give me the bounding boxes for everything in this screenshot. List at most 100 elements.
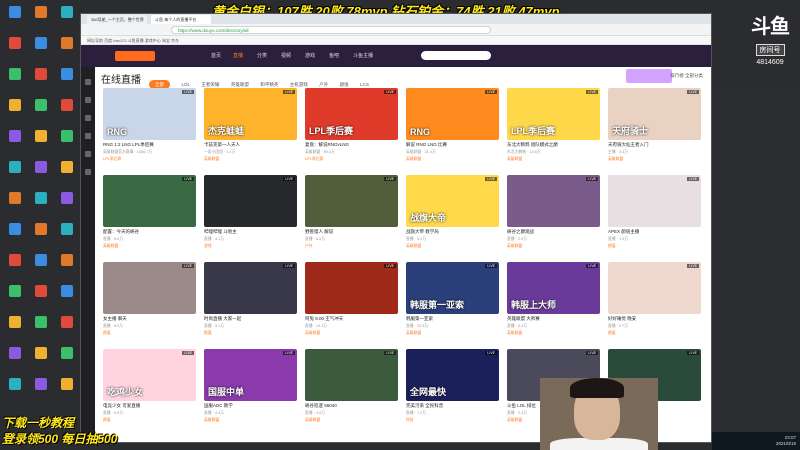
site-logo[interactable] <box>115 51 155 61</box>
nav-category[interactable]: 分类 <box>257 52 267 59</box>
stream-tag[interactable]: 户外 <box>305 244 398 249</box>
desktop-shortcut-icon[interactable] <box>2 223 28 255</box>
stream-thumbnail[interactable]: LIVE RNG <box>103 88 196 140</box>
stream-tag[interactable]: 游戏 <box>204 244 297 249</box>
desktop-shortcut-icon[interactable] <box>2 316 28 348</box>
stream-title[interactable]: 峡谷之巅观战 <box>507 229 600 235</box>
stream-title[interactable]: 时尚直播 大家一起 <box>204 316 297 322</box>
stream-card[interactable]: LIVE 韩服第一亚索 韩服第一亚索 直播 · 22.5万 英雄联盟 <box>406 262 499 342</box>
stream-card[interactable]: LIVE RNG 解说 RNG LNG 比赛 英雄联盟 · 21.4万 英雄联盟 <box>406 88 499 168</box>
stream-thumbnail[interactable]: LIVE 韩服第一亚索 <box>406 262 499 314</box>
stream-title[interactable]: 复盘：解说RNGvLNG <box>305 142 398 148</box>
stream-thumbnail[interactable]: LIVE 战旗大帝 <box>406 175 499 227</box>
stream-card[interactable]: LIVE 阿兔 8.00 王气冲天 直播 · 14.3万 英雄联盟 <box>305 262 398 342</box>
stream-title[interactable]: 哔哩哔哩 斗地主 <box>204 229 297 235</box>
desktop-shortcut-icon[interactable] <box>28 192 54 224</box>
stream-title[interactable]: RNG 1:2 LNG LPL季后赛 <box>103 142 196 148</box>
desktop-shortcut-icon[interactable] <box>2 68 28 100</box>
stream-card[interactable]: LIVE 天府骑士 天府骑大仙王者入门 主播 · 3.3万 英雄联盟 <box>608 88 701 168</box>
desktop-shortcut-icon[interactable] <box>54 254 80 286</box>
nav-video[interactable]: 视频 <box>281 52 291 59</box>
desktop-shortcut-icon[interactable] <box>54 130 80 162</box>
desktop-shortcut-icon[interactable] <box>54 6 80 38</box>
desktop-shortcut-icon[interactable] <box>2 378 28 410</box>
stream-title[interactable]: 好好睡觉 晚安 <box>608 316 701 322</box>
stream-thumbnail[interactable]: LIVE RNG <box>406 88 499 140</box>
stream-thumbnail[interactable]: LIVE <box>608 262 701 314</box>
stream-tag[interactable]: 英雄联盟 <box>406 157 499 162</box>
stream-card[interactable]: LIVE 国服中单 国服ADC 教学 直播 · 4.4万 英雄联盟 <box>204 349 297 429</box>
desktop-shortcut-icon[interactable] <box>54 161 80 193</box>
stream-tag[interactable]: 英雄联盟 <box>507 157 600 162</box>
nav-fishbar[interactable]: 鱼吧 <box>329 52 339 59</box>
stream-title[interactable]: 配置：今天的峡谷 <box>103 229 196 235</box>
stream-card[interactable]: LIVE 吃鸡少女 电竞少女 可爱直播 直播 · 6.9万 颜值 <box>103 349 196 429</box>
promo-ad[interactable] <box>626 69 672 83</box>
desktop-shortcut-icon[interactable] <box>28 347 54 379</box>
stream-title[interactable]: 阿兔 8.00 王气冲天 <box>305 316 398 322</box>
desktop-shortcut-icon[interactable] <box>54 192 80 224</box>
stream-tag[interactable]: 英雄联盟 <box>406 244 499 249</box>
stream-card[interactable]: LIVE 好好睡觉 晚安 直播 · 2.7万 颜值 <box>608 262 701 342</box>
desktop-shortcut-icon[interactable] <box>54 347 80 379</box>
nav-anchor[interactable]: 斗鱼主播 <box>353 52 373 59</box>
desktop-shortcut-icon[interactable] <box>2 99 28 131</box>
right-tools[interactable]: 排行榜 全部分类 <box>670 73 703 79</box>
stream-tag[interactable]: 颜值 <box>608 244 701 249</box>
stream-tag[interactable]: 英雄联盟 <box>305 418 398 423</box>
stream-card[interactable]: LIVE RNG RNG 1:2 LNG LPL季后赛 英雄联盟官方赛事 · 1466… <box>103 88 196 168</box>
desktop-shortcut-icon[interactable] <box>2 192 28 224</box>
desktop-shortcut-icon[interactable] <box>28 6 54 38</box>
nav-live[interactable]: 直播 <box>233 52 243 59</box>
tab-douyu[interactable]: 斗鱼-每个人的直播平台 <box>151 15 211 24</box>
nav-home[interactable]: 首页 <box>211 52 221 59</box>
stream-title[interactable]: 完美污染 全民科普 <box>406 403 499 409</box>
desktop-shortcut-icon[interactable] <box>28 316 54 348</box>
stream-card[interactable]: LIVE 野兽猎人 解说 直播 · 6.2万 户外 <box>305 175 398 255</box>
desktop-shortcut-icon[interactable] <box>2 130 28 162</box>
url-input[interactable]: https://www.douyu.com/directory/all <box>171 26 491 34</box>
stream-title[interactable]: 电竞少女 可爱直播 <box>103 403 196 409</box>
stream-title[interactable]: APEX 颜值主播 <box>608 229 701 235</box>
stream-thumbnail[interactable]: LIVE 吃鸡少女 <box>103 349 196 401</box>
stream-thumbnail[interactable]: LIVE <box>103 262 196 314</box>
stream-card[interactable]: LIVE 全网最快 完美污染 全民科普 直播 · 7.2万 科技 <box>406 349 499 429</box>
stream-tag[interactable]: 科技 <box>406 418 499 423</box>
stream-thumbnail[interactable]: LIVE LPL季后赛 <box>305 88 398 140</box>
tab-navigation[interactable]: 360导航_一个主页，整个世界 <box>87 15 147 24</box>
stream-tag[interactable]: 英雄联盟 <box>204 418 297 423</box>
stream-thumbnail[interactable]: LIVE LPL季后赛 <box>507 88 600 140</box>
stream-title[interactable]: 东北大鹌鹑 组队模式之巅 <box>507 142 600 148</box>
stream-tag[interactable]: LPL季后赛 <box>305 157 398 162</box>
desktop-shortcut-icon[interactable] <box>28 254 54 286</box>
stream-title[interactable]: 卡兹克第一人天人 <box>204 142 297 148</box>
stream-card[interactable]: LIVE 配置：今天的峡谷 直播 · 5.6万 英雄联盟 <box>103 175 196 255</box>
desktop-shortcut-icon[interactable] <box>28 285 54 317</box>
stream-thumbnail[interactable]: LIVE 杰克蛙蛙 <box>204 88 297 140</box>
stream-thumbnail[interactable]: LIVE 韩服上大师 <box>507 262 600 314</box>
stream-thumbnail[interactable]: LIVE <box>204 262 297 314</box>
desktop-shortcut-icon[interactable] <box>54 99 80 131</box>
stream-thumbnail[interactable]: LIVE <box>507 175 600 227</box>
search-input[interactable] <box>421 51 491 60</box>
desktop-shortcut-icon[interactable] <box>2 6 28 38</box>
desktop-shortcut-icon[interactable] <box>28 130 54 162</box>
desktop-shortcut-icon[interactable] <box>54 285 80 317</box>
stream-title[interactable]: 峡谷巡逻 56040 <box>305 403 398 409</box>
stream-tag[interactable]: 英雄联盟 <box>103 244 196 249</box>
stream-card[interactable]: LIVE 时尚直播 大家一起 直播 · 3.1万 颜值 <box>204 262 297 342</box>
stream-tag[interactable]: 颜值 <box>204 331 297 336</box>
desktop-shortcut-icon[interactable] <box>2 254 28 286</box>
stream-card[interactable]: LIVE 哔哩哔哩 斗地主 直播 · 4.1万 游戏 <box>204 175 297 255</box>
desktop-shortcut-icon[interactable] <box>2 347 28 379</box>
stream-tag[interactable]: 英雄联盟 <box>608 157 701 162</box>
bookmarks-bar[interactable]: 网址导航 百度 hao123 斗鱼直播 游戏中心 淘宝 京东 <box>81 36 711 45</box>
stream-thumbnail[interactable]: LIVE <box>204 175 297 227</box>
stream-title[interactable]: 国服ADC 教学 <box>204 403 297 409</box>
stream-card[interactable]: LIVE APEX 颜值主播 直播 · 1.5万 颜值 <box>608 175 701 255</box>
stream-thumbnail[interactable]: LIVE <box>608 175 701 227</box>
desktop-shortcut-icon[interactable] <box>28 37 54 69</box>
desktop-shortcut-icon[interactable] <box>54 223 80 255</box>
desktop-shortcut-icon[interactable] <box>28 68 54 100</box>
stream-card[interactable]: LIVE 峡谷之巅观战 直播 · 2.0万 英雄联盟 <box>507 175 600 255</box>
